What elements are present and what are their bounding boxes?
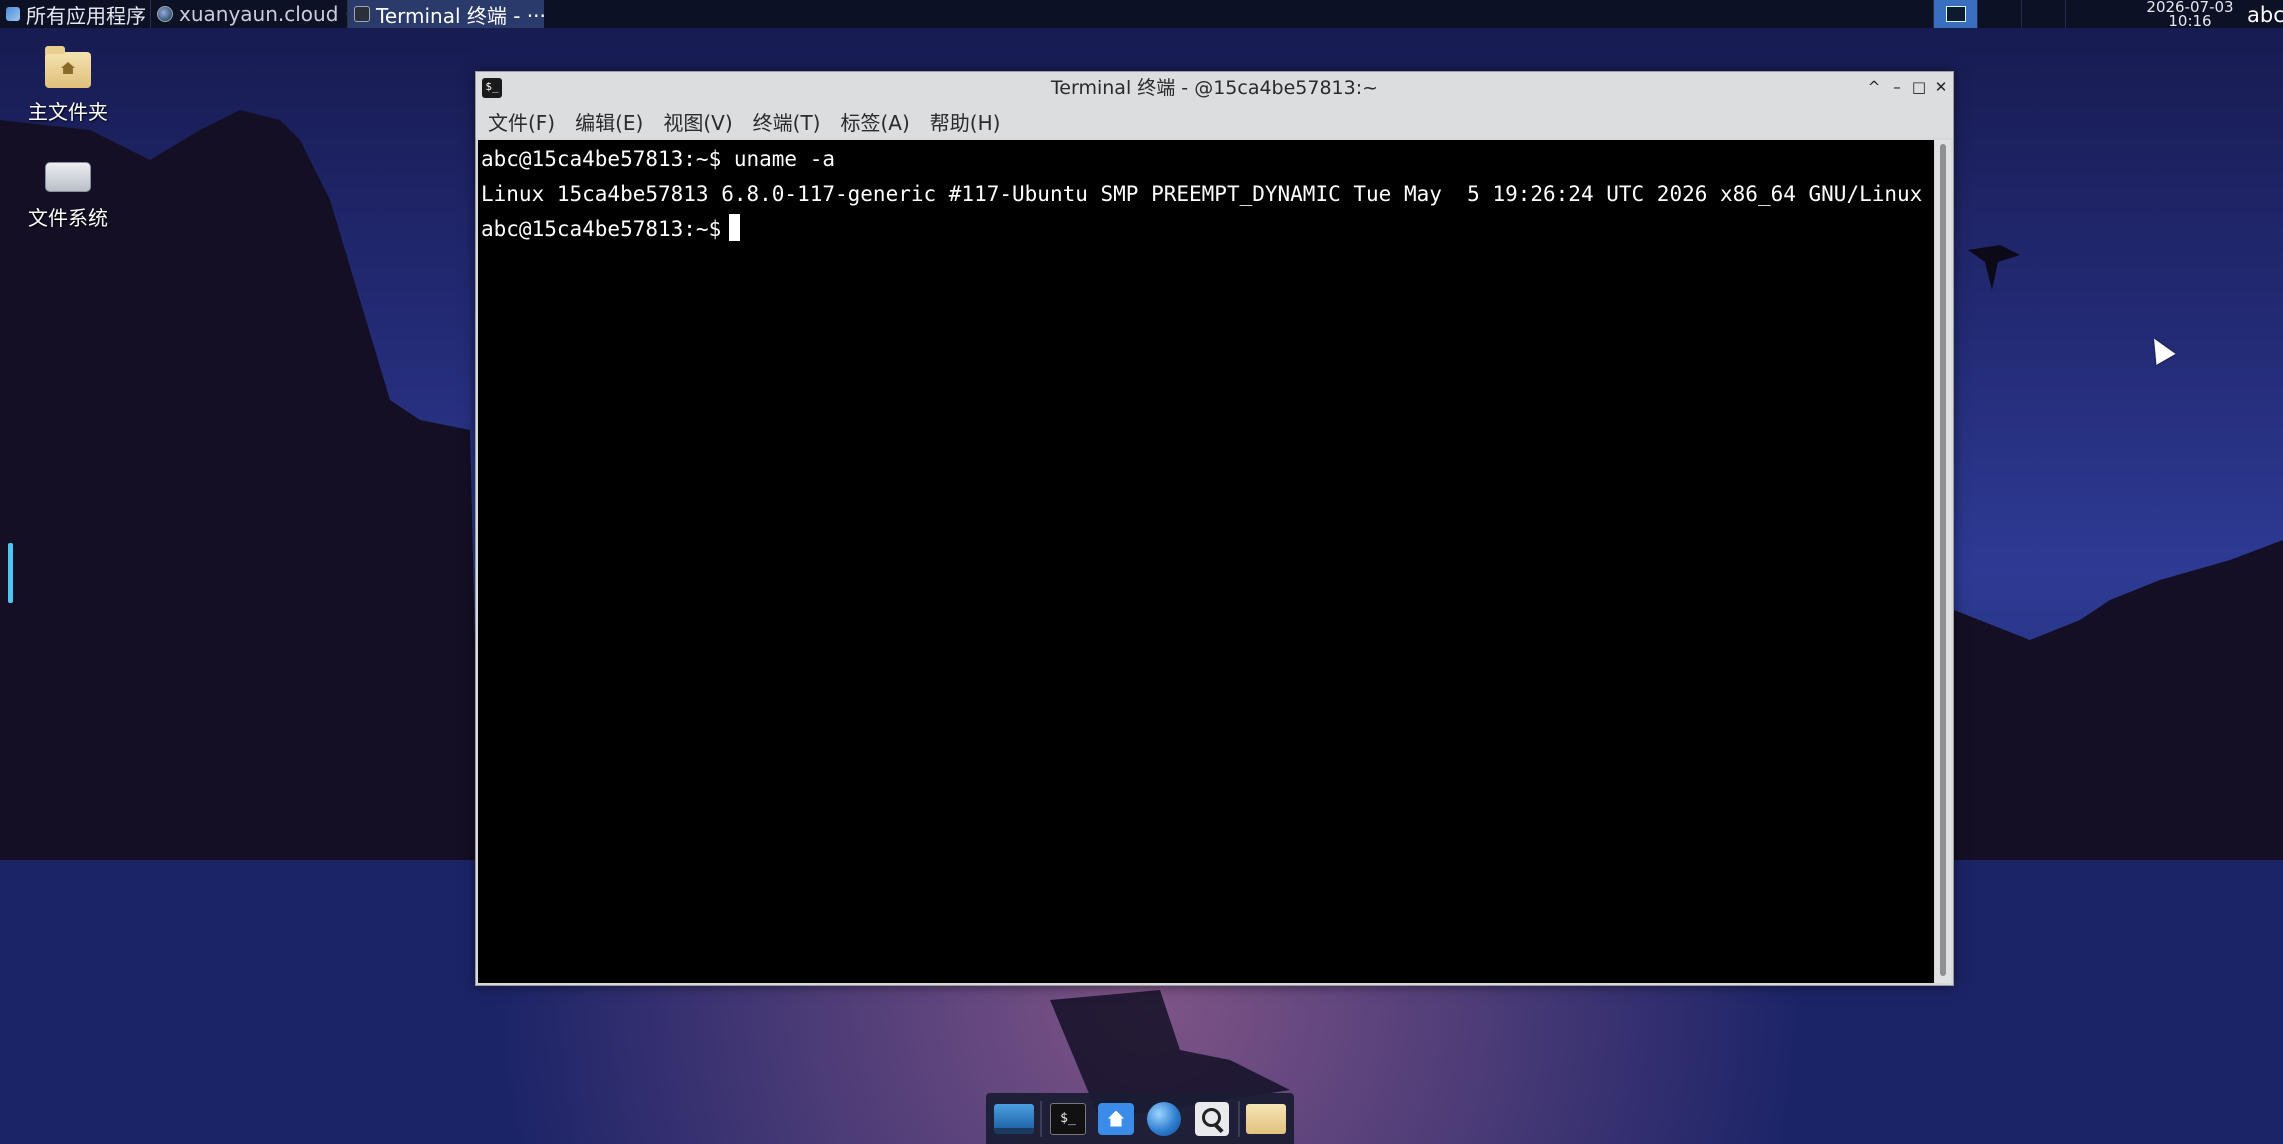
applications-menu-label: 所有应用程序	[26, 3, 146, 28]
dock-show-desktop[interactable]	[992, 1099, 1036, 1139]
terminal-icon	[354, 6, 370, 22]
home-folder-icon	[45, 46, 91, 88]
menu-file[interactable]: 文件(F)	[488, 107, 555, 136]
workspace-2[interactable]	[1977, 0, 2021, 28]
scrollbar[interactable]	[1935, 140, 1951, 983]
menu-help[interactable]: 帮助(H)	[930, 107, 1001, 136]
workspace-4[interactable]	[2065, 0, 2109, 28]
menubar: 文件(F) 编辑(E) 视图(V) 终端(T) 标签(A) 帮助(H)	[476, 104, 1953, 138]
window-titlebar[interactable]: $_ Terminal 终端 - @15ca4be57813:~ ^ – □ ✕	[476, 72, 1953, 104]
clock-time: 10:16	[2168, 12, 2212, 30]
workspace-switcher	[1933, 0, 2109, 28]
workspace-3[interactable]	[2021, 0, 2065, 28]
search-icon	[1195, 1101, 1229, 1136]
folder-icon	[1246, 1103, 1286, 1134]
taskbar-item-browser[interactable]: xuanyaun.cloud ···	[150, 0, 347, 28]
window-title: Terminal 终端 - @15ca4be57813:~	[1050, 77, 1379, 99]
desktop-icon-label: 主文件夹	[28, 100, 108, 124]
edge-indicator	[8, 543, 13, 603]
taskbar-item-label: xuanyaun.cloud ···	[179, 2, 347, 26]
menu-terminal[interactable]: 终端(T)	[753, 107, 821, 136]
workspace-1[interactable]	[1933, 0, 1977, 28]
top-panel: 所有应用程序 xuanyaun.cloud ··· Terminal 终端 - …	[0, 0, 2283, 30]
dock: $_	[986, 1093, 1294, 1144]
applications-icon	[6, 7, 20, 21]
menu-edit[interactable]: 编辑(E)	[575, 107, 643, 136]
terminal-prompt: abc@15ca4be57813:~$	[481, 217, 722, 241]
dock-separator	[1238, 1100, 1240, 1137]
terminal-icon: $_	[1050, 1102, 1086, 1135]
dock-app-finder[interactable]	[1190, 1099, 1234, 1139]
window-thumbnail-icon	[1945, 6, 1966, 22]
terminal-window: $_ Terminal 终端 - @15ca4be57813:~ ^ – □ ✕…	[475, 71, 1954, 986]
clock[interactable]: 2026-07-03 10:16	[2140, 0, 2240, 30]
menu-tabs[interactable]: 标签(A)	[840, 107, 909, 136]
scrollbar-thumb[interactable]	[1940, 144, 1946, 976]
terminal-prompt-line: abc@15ca4be57813:~$	[481, 212, 1934, 247]
terminal-output[interactable]: abc@15ca4be57813:~$ uname -a Linux 15ca4b…	[478, 140, 1934, 983]
globe-icon	[1147, 1101, 1181, 1136]
drive-icon	[45, 162, 91, 192]
dock-separator	[1040, 1100, 1042, 1137]
dock-home-folder[interactable]	[1094, 1099, 1138, 1139]
user-menu[interactable]: abc	[2247, 0, 2283, 28]
minimize-button[interactable]: –	[1886, 76, 1908, 98]
dock-file-manager[interactable]	[1244, 1099, 1288, 1139]
terminal-line: abc@15ca4be57813:~$ uname -a	[481, 147, 836, 171]
desktop-icon-home[interactable]: 主文件夹	[8, 46, 128, 125]
terminal-line: Linux 15ca4be57813 6.8.0-117-generic #11…	[481, 182, 1923, 206]
close-button[interactable]: ✕	[1930, 76, 1952, 98]
show-desktop-icon	[994, 1103, 1034, 1134]
dock-terminal[interactable]: $_	[1046, 1099, 1090, 1139]
maximize-button[interactable]: □	[1908, 76, 1930, 98]
desktop-icon-filesystem[interactable]: 文件系统	[8, 158, 128, 231]
home-icon	[1098, 1102, 1134, 1135]
applications-menu-button[interactable]: 所有应用程序	[0, 0, 150, 28]
browser-icon	[157, 6, 173, 22]
desktop: 所有应用程序 xuanyaun.cloud ··· Terminal 终端 - …	[0, 0, 2283, 1144]
desktop-icon-label: 文件系统	[28, 206, 108, 230]
taskbar-item-label: Terminal 终端 - ···	[376, 3, 544, 28]
text-cursor	[729, 214, 741, 241]
menu-view[interactable]: 视图(V)	[663, 107, 732, 136]
dock-web-browser[interactable]	[1142, 1099, 1186, 1139]
taskbar-item-terminal[interactable]: Terminal 终端 - ···	[347, 0, 544, 28]
shade-button[interactable]: ^	[1863, 76, 1885, 98]
